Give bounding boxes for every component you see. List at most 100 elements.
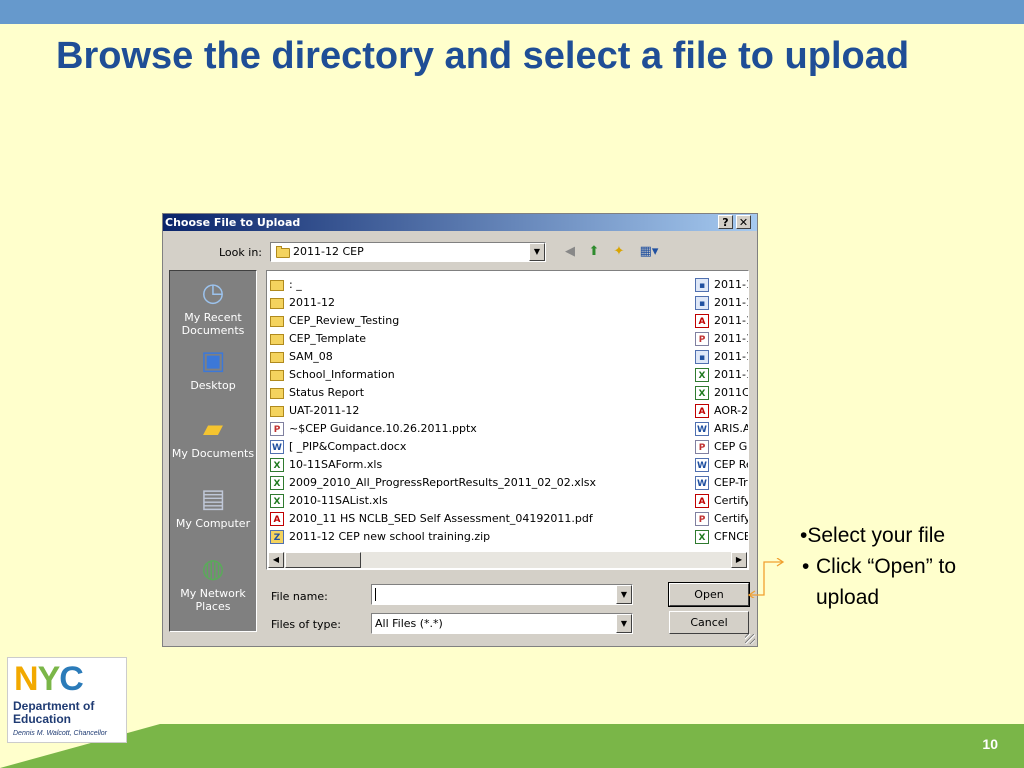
file-list-item[interactable]: UAT-2011-12 — [270, 402, 596, 420]
file-list-item[interactable]: W [ _PIP&Compact.docx — [270, 438, 596, 456]
files-of-type-dropdown[interactable]: All Files (*.*) ▼ — [371, 613, 633, 634]
chevron-down-icon[interactable]: ▼ — [616, 614, 632, 633]
folder-file-icon — [270, 316, 284, 327]
scroll-right-icon[interactable]: ▶ — [731, 552, 747, 568]
place-my-computer[interactable]: ▤ My Computer — [170, 483, 256, 530]
slide-number: 10 — [982, 736, 998, 752]
file-list-item[interactable]: W CEP Re — [695, 456, 749, 474]
file-upload-dialog: Choose File to Upload ? ✕ Look in: 2011-… — [162, 213, 758, 647]
file-name: 2010-11SAList.xls — [289, 494, 388, 507]
scroll-thumb[interactable] — [285, 552, 361, 568]
file-list-item[interactable]: A AOR-2 — [695, 402, 748, 420]
file-list-item[interactable]: X 2011C — [695, 384, 749, 402]
file-name: UAT-2011-12 — [289, 404, 360, 417]
file-list-item[interactable]: P CEP Gu — [695, 438, 748, 456]
close-button[interactable]: ✕ — [736, 215, 751, 229]
pptx-file-icon: P — [695, 332, 709, 346]
pptx-file-icon: P — [695, 512, 709, 526]
file-list-item[interactable]: W CEP-Tr — [695, 474, 748, 492]
chevron-down-icon[interactable]: ▼ — [529, 243, 545, 261]
open-button[interactable]: Open — [668, 582, 750, 607]
scroll-left-icon[interactable]: ◀ — [268, 552, 284, 568]
view-menu-icon[interactable]: ▦▾ — [636, 244, 662, 260]
place-label: My Network Places — [180, 587, 246, 613]
place-my-documents[interactable]: ▰ My Documents — [170, 413, 256, 460]
logo-line-2: Education — [13, 712, 72, 726]
file-list[interactable]: : _ 2011-12 CEP_Review_Testing CEP_Template… — [266, 270, 749, 570]
file-name: 2011-1 — [714, 314, 748, 327]
look-in-dropdown[interactable]: 2011-12 CEP ▼ — [270, 242, 546, 262]
place-desktop[interactable]: ▣ Desktop — [170, 345, 256, 392]
file-list-item[interactable]: X 2011-1 — [695, 366, 748, 384]
look-in-label: Look in: — [219, 246, 262, 259]
file-name: 10-11SAForm.xls — [289, 458, 383, 471]
file-list-item[interactable]: A Certify — [695, 492, 749, 510]
place-network-places[interactable]: ◍ My Network Places — [170, 553, 256, 613]
up-folder-icon[interactable]: ⬆ — [585, 244, 603, 260]
file-name: CEP_Review_Testing — [289, 314, 400, 327]
file-list-item[interactable]: School_Information — [270, 366, 596, 384]
file-list-item[interactable]: CEP_Review_Testing — [270, 312, 596, 330]
file-column-left: : _ 2011-12 CEP_Review_Testing CEP_Template… — [270, 276, 596, 546]
file-list-item[interactable]: A 2010_11 HS NCLB_SED Self Assessment_041… — [270, 510, 596, 528]
file-name: ~$CEP Guidance.10.26.2011.pptx — [289, 422, 477, 435]
folder-icon — [276, 246, 290, 258]
slide-title: Browse the directory and select a file t… — [56, 35, 910, 77]
file-list-item[interactable]: ▪ 2011-1 — [695, 348, 748, 366]
file-name: ARIS.A — [714, 422, 749, 435]
docx-file-icon: W — [695, 422, 709, 436]
file-name: 2009_2010_All_ProgressReportResults_2011… — [289, 476, 597, 489]
mon-file-icon: ▪ — [695, 278, 709, 292]
pdf-file-icon: A — [695, 494, 709, 508]
new-folder-icon[interactable]: ✦ — [610, 244, 628, 260]
chevron-down-icon[interactable]: ▼ — [616, 585, 632, 604]
file-name: 2011C — [714, 386, 749, 399]
bullet-click-open: • Click “Open” to upload — [800, 551, 1010, 613]
file-name: CEP Re — [714, 458, 749, 471]
pdf-file-icon: A — [695, 314, 709, 328]
docx-file-icon: W — [270, 440, 284, 454]
resize-grip-icon[interactable] — [745, 634, 755, 644]
bullet-select-file: •Select your file — [800, 524, 946, 547]
horizontal-scrollbar[interactable]: ◀ ▶ — [268, 552, 747, 568]
file-list-item[interactable]: Status Report — [270, 384, 596, 402]
file-list-item[interactable]: 2011-12 — [270, 294, 596, 312]
dialog-titlebar[interactable]: Choose File to Upload ? ✕ — [163, 214, 757, 231]
file-list-item[interactable]: SAM_08 — [270, 348, 596, 366]
logo-department: Department of Education — [13, 700, 94, 726]
back-icon[interactable]: ◀ — [561, 244, 579, 260]
file-list-item[interactable]: ▪ 2011-1 — [695, 276, 748, 294]
file-list-item[interactable]: P Certify — [695, 510, 749, 528]
places-bar: ◷ My Recent Documents ▣ Desktop ▰ My Doc… — [169, 270, 257, 632]
folder-file-icon — [270, 406, 284, 417]
file-list-item[interactable]: P ~$CEP Guidance.10.26.2011.pptx — [270, 420, 596, 438]
bullet-dot: • — [802, 555, 810, 578]
file-list-item[interactable]: A 2011-1 — [695, 312, 748, 330]
file-name: 2011-1 — [714, 296, 748, 309]
file-list-item[interactable]: X 2010-11SAList.xls — [270, 492, 596, 510]
file-name: Certify — [714, 512, 749, 525]
file-list-item[interactable]: : _ — [270, 276, 596, 294]
file-list-item[interactable]: X 10-11SAForm.xls — [270, 456, 596, 474]
file-list-item[interactable]: X 2009_2010_All_ProgressReportResults_201… — [270, 474, 596, 492]
cancel-button[interactable]: Cancel — [669, 611, 749, 634]
file-list-item[interactable]: P 2011-1 — [695, 330, 748, 348]
file-list-item[interactable]: Z 2011-12 CEP new school training.zip — [270, 528, 596, 546]
logo-letter-c: C — [59, 660, 84, 698]
pptx-file-icon: P — [270, 422, 284, 436]
place-label: My Computer — [175, 517, 251, 530]
file-list-item[interactable]: W ARIS.A — [695, 420, 749, 438]
docx-file-icon: W — [695, 458, 709, 472]
file-name-input[interactable]: ▼ — [371, 584, 633, 605]
file-list-item[interactable]: X CFNCE — [695, 528, 748, 546]
my-computer-icon: ▤ — [200, 484, 226, 514]
file-name: 2011-12 — [289, 296, 335, 309]
file-list-item[interactable]: CEP_Template — [270, 330, 596, 348]
file-name: Certify — [714, 494, 749, 507]
place-recent-documents[interactable]: ◷ My Recent Documents — [170, 277, 256, 337]
file-column-right: ▪ 2011-1 ▪ 2011-1 A 2011-1 P 2011-1 ▪ 2011-1 X 2011… — [695, 276, 749, 546]
file-name-label: File name: — [271, 590, 328, 603]
place-label: My Documents — [171, 447, 255, 460]
help-button[interactable]: ? — [718, 215, 733, 229]
file-list-item[interactable]: ▪ 2011-1 — [695, 294, 748, 312]
